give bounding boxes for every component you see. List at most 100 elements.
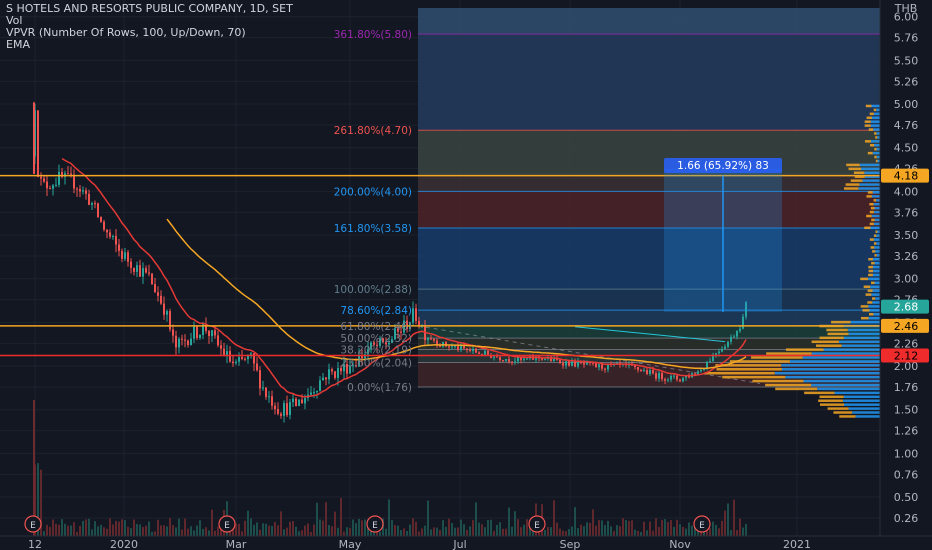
candle-body [82, 190, 84, 192]
candle-body [670, 375, 672, 380]
candle-body [496, 356, 498, 358]
volume-bar [145, 525, 147, 536]
volume-bar [394, 525, 396, 536]
vpvr-bar-up [868, 316, 880, 320]
candle-body [448, 346, 450, 348]
volume-bar [133, 519, 135, 536]
volume-bar [127, 526, 129, 536]
time-axis[interactable]: 12 2020 Mar May Jul Sep Nov 2021 [0, 535, 932, 550]
candle-body [37, 110, 39, 177]
volume-bar [550, 527, 552, 536]
price-tick: 4.50 [894, 142, 919, 155]
volume-bar [94, 521, 96, 536]
vpvr-bar-down [865, 104, 872, 108]
vpvr-bar-down [865, 293, 872, 296]
candle-body [118, 244, 120, 251]
vpvr-bar-down [848, 167, 862, 171]
candle-body [709, 361, 711, 363]
volume-bar [451, 522, 453, 536]
vpvr-bar-up [838, 340, 880, 344]
ema-indicator-label[interactable]: EMA [6, 39, 293, 51]
price-tick: 3.26 [894, 250, 919, 263]
volume-bar [664, 519, 666, 536]
vpvr-bar-down [863, 285, 871, 289]
volume-bar [379, 531, 381, 536]
vpvr-indicator-label[interactable]: VPVR (Number Of Rows, 100, Up/Down, 70) [6, 27, 293, 39]
volume-bar [124, 520, 126, 536]
time-tick: 2021 [783, 538, 811, 550]
price-tick: 4.76 [894, 119, 919, 132]
vpvr-bar-down [816, 344, 842, 347]
vpvr-bar-up [873, 269, 880, 273]
candle-body [187, 340, 189, 346]
volume-bar [169, 518, 171, 536]
volume-bar [499, 522, 501, 536]
candle-body [559, 359, 561, 364]
price-chart[interactable]: 361.80%(5.80) 261.80%(4.70) 200.00%(4.00) 1… [0, 0, 932, 550]
candle-body [169, 311, 171, 330]
candle-body [322, 377, 324, 381]
fib-zone [418, 34, 880, 131]
candle-body [646, 370, 648, 374]
candle-body [673, 375, 675, 377]
volume-bar [637, 530, 639, 536]
candle-body [325, 377, 327, 380]
candle-body [73, 174, 75, 189]
volume-bar [670, 520, 672, 536]
volume-bar [265, 523, 267, 536]
volume-bar [313, 524, 315, 536]
vpvr-bar-up [876, 132, 880, 135]
candle-body [190, 338, 192, 346]
earnings-marker-label: E [372, 521, 378, 531]
vpvr-bar-down [868, 257, 873, 261]
candle-body [295, 398, 297, 407]
candle-body [88, 193, 90, 205]
candle-body [526, 358, 528, 360]
volume-bar [640, 531, 642, 536]
vpvr-bar-down [874, 254, 877, 257]
vpvr-bar-up [855, 415, 880, 418]
measure-tool[interactable]: 1.66 (65.92%) 83 [664, 158, 782, 312]
candle-body [493, 356, 495, 358]
volume-bar [691, 525, 693, 536]
volume-bar [565, 531, 567, 536]
candle-body [634, 365, 636, 368]
vpvr-bar-down [839, 415, 856, 418]
volume-bar [322, 520, 324, 536]
vpvr-bar-up [843, 336, 880, 340]
volume-bar [661, 519, 663, 536]
candle-body [175, 335, 177, 348]
volume-bar [490, 519, 492, 536]
volume-bar [136, 524, 138, 536]
vpvr-bar-down [874, 155, 877, 159]
volume-bar [97, 526, 99, 536]
vpvr-bar-up [874, 281, 880, 285]
volume-bar [391, 520, 393, 536]
vpvr-bar-up [868, 305, 880, 308]
candle-body [733, 336, 735, 338]
volume-bar [658, 526, 660, 536]
vpvr-bar-up [868, 277, 880, 281]
vpvr-bar-down [860, 316, 869, 320]
vpvr-bar-down [869, 112, 874, 116]
candle-body [145, 268, 147, 273]
candle-body [124, 252, 126, 259]
volume-bar [259, 529, 261, 536]
candle-body [487, 350, 489, 355]
volume-bar [412, 518, 414, 536]
candle-body [604, 368, 606, 370]
volume-bar [646, 530, 648, 536]
candle-body [565, 361, 567, 366]
volume-bar [295, 526, 297, 536]
candle-body [544, 358, 546, 360]
price-axis[interactable]: THB6.005.765.505.265.004.764.504.264.003… [879, 0, 932, 536]
candle-body [274, 405, 276, 410]
volume-bar [424, 525, 426, 536]
candle-body [262, 387, 264, 389]
vpvr-bar-up [872, 191, 880, 194]
volume-bar [250, 518, 252, 536]
symbol-title[interactable]: S HOTELS AND RESORTS PUBLIC COMPANY, 1D,… [6, 3, 293, 15]
fib-zone [418, 310, 880, 326]
volume-bar [175, 527, 177, 536]
volume-bar [79, 526, 81, 536]
